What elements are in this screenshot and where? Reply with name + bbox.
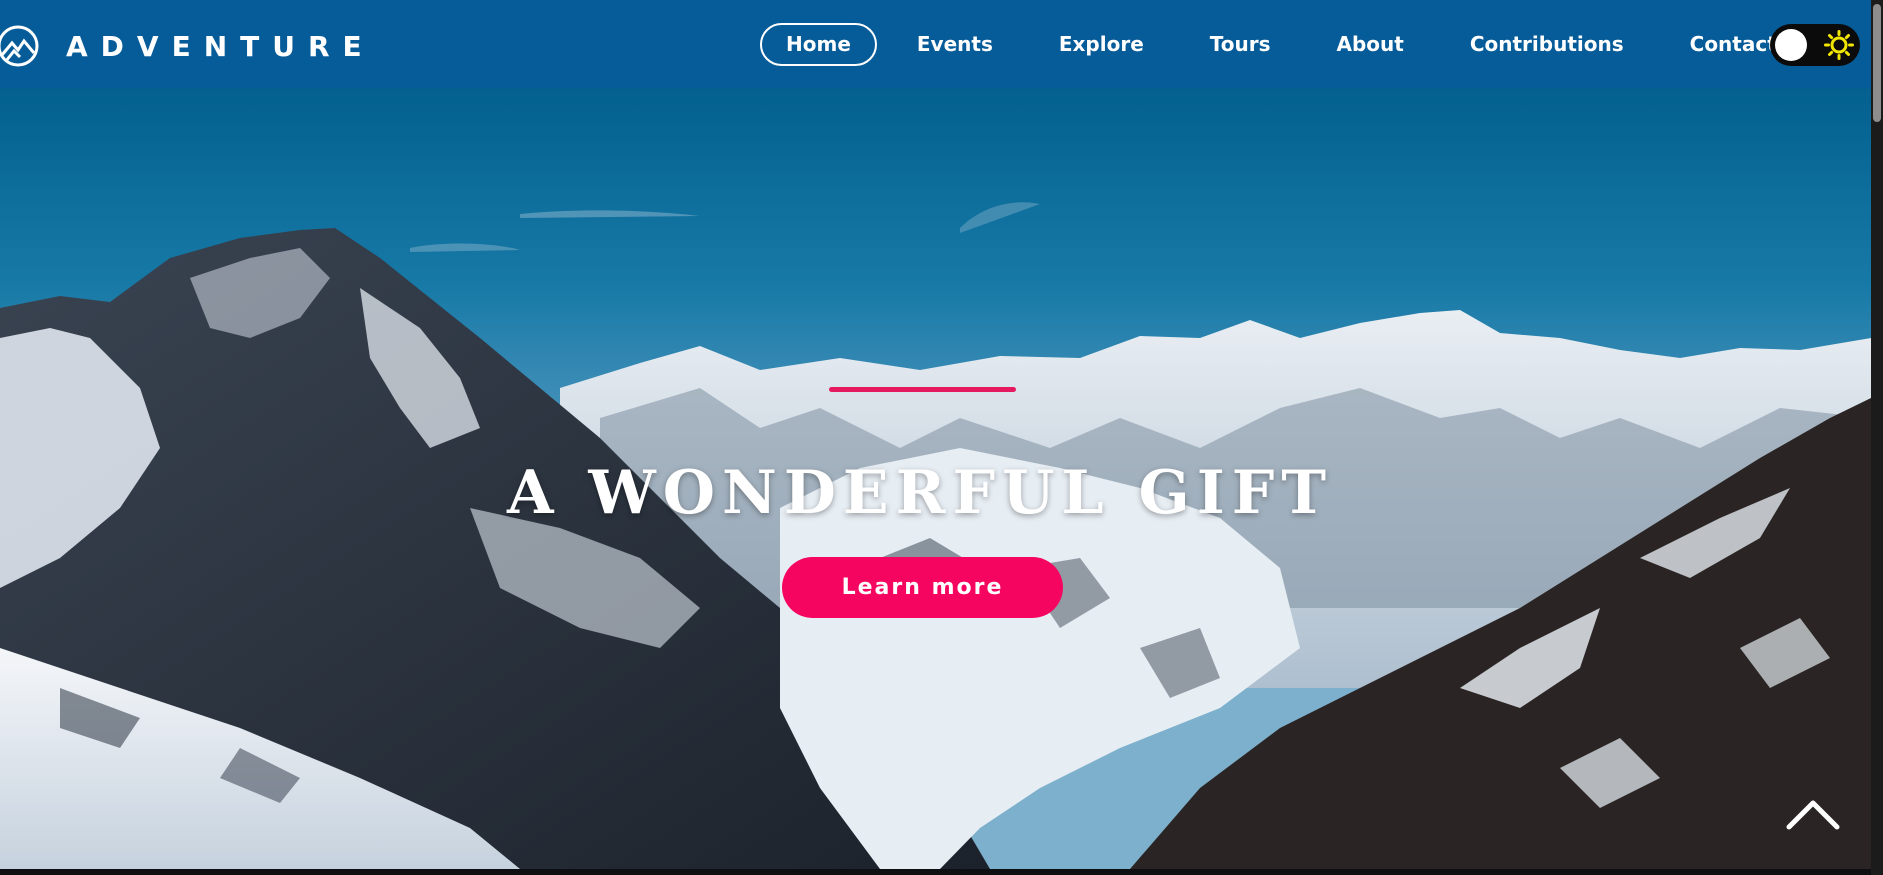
bottom-edge bbox=[0, 869, 1871, 875]
nav-item-tours[interactable]: Tours bbox=[1184, 23, 1297, 66]
nav-item-home[interactable]: Home bbox=[760, 23, 877, 66]
page-viewport: ADVENTURE Home Events Explore Tours Abou… bbox=[0, 0, 1871, 869]
learn-more-button[interactable]: Learn more bbox=[782, 557, 1063, 618]
page-scrollbar[interactable] bbox=[1871, 0, 1883, 875]
theme-toggle[interactable] bbox=[1770, 24, 1860, 66]
nav-item-about[interactable]: About bbox=[1311, 23, 1430, 66]
nav-item-contributions[interactable]: Contributions bbox=[1444, 23, 1650, 66]
hero-accent-line bbox=[829, 387, 1016, 392]
sun-icon bbox=[1824, 30, 1854, 60]
scrollbar-thumb[interactable] bbox=[1873, 4, 1881, 122]
nav-item-events[interactable]: Events bbox=[891, 23, 1019, 66]
nav-item-explore[interactable]: Explore bbox=[1033, 23, 1170, 66]
hero-title: A WONDERFUL GIFT bbox=[506, 458, 1334, 528]
chevron-up-icon[interactable] bbox=[1785, 795, 1841, 831]
top-navbar: ADVENTURE Home Events Explore Tours Abou… bbox=[0, 0, 1871, 88]
brand[interactable]: ADVENTURE bbox=[0, 22, 375, 70]
main-nav: Home Events Explore Tours About Contribu… bbox=[760, 23, 1817, 66]
brand-name: ADVENTURE bbox=[66, 29, 375, 63]
toggle-knob bbox=[1775, 29, 1807, 61]
mountain-circle-icon bbox=[0, 25, 39, 67]
